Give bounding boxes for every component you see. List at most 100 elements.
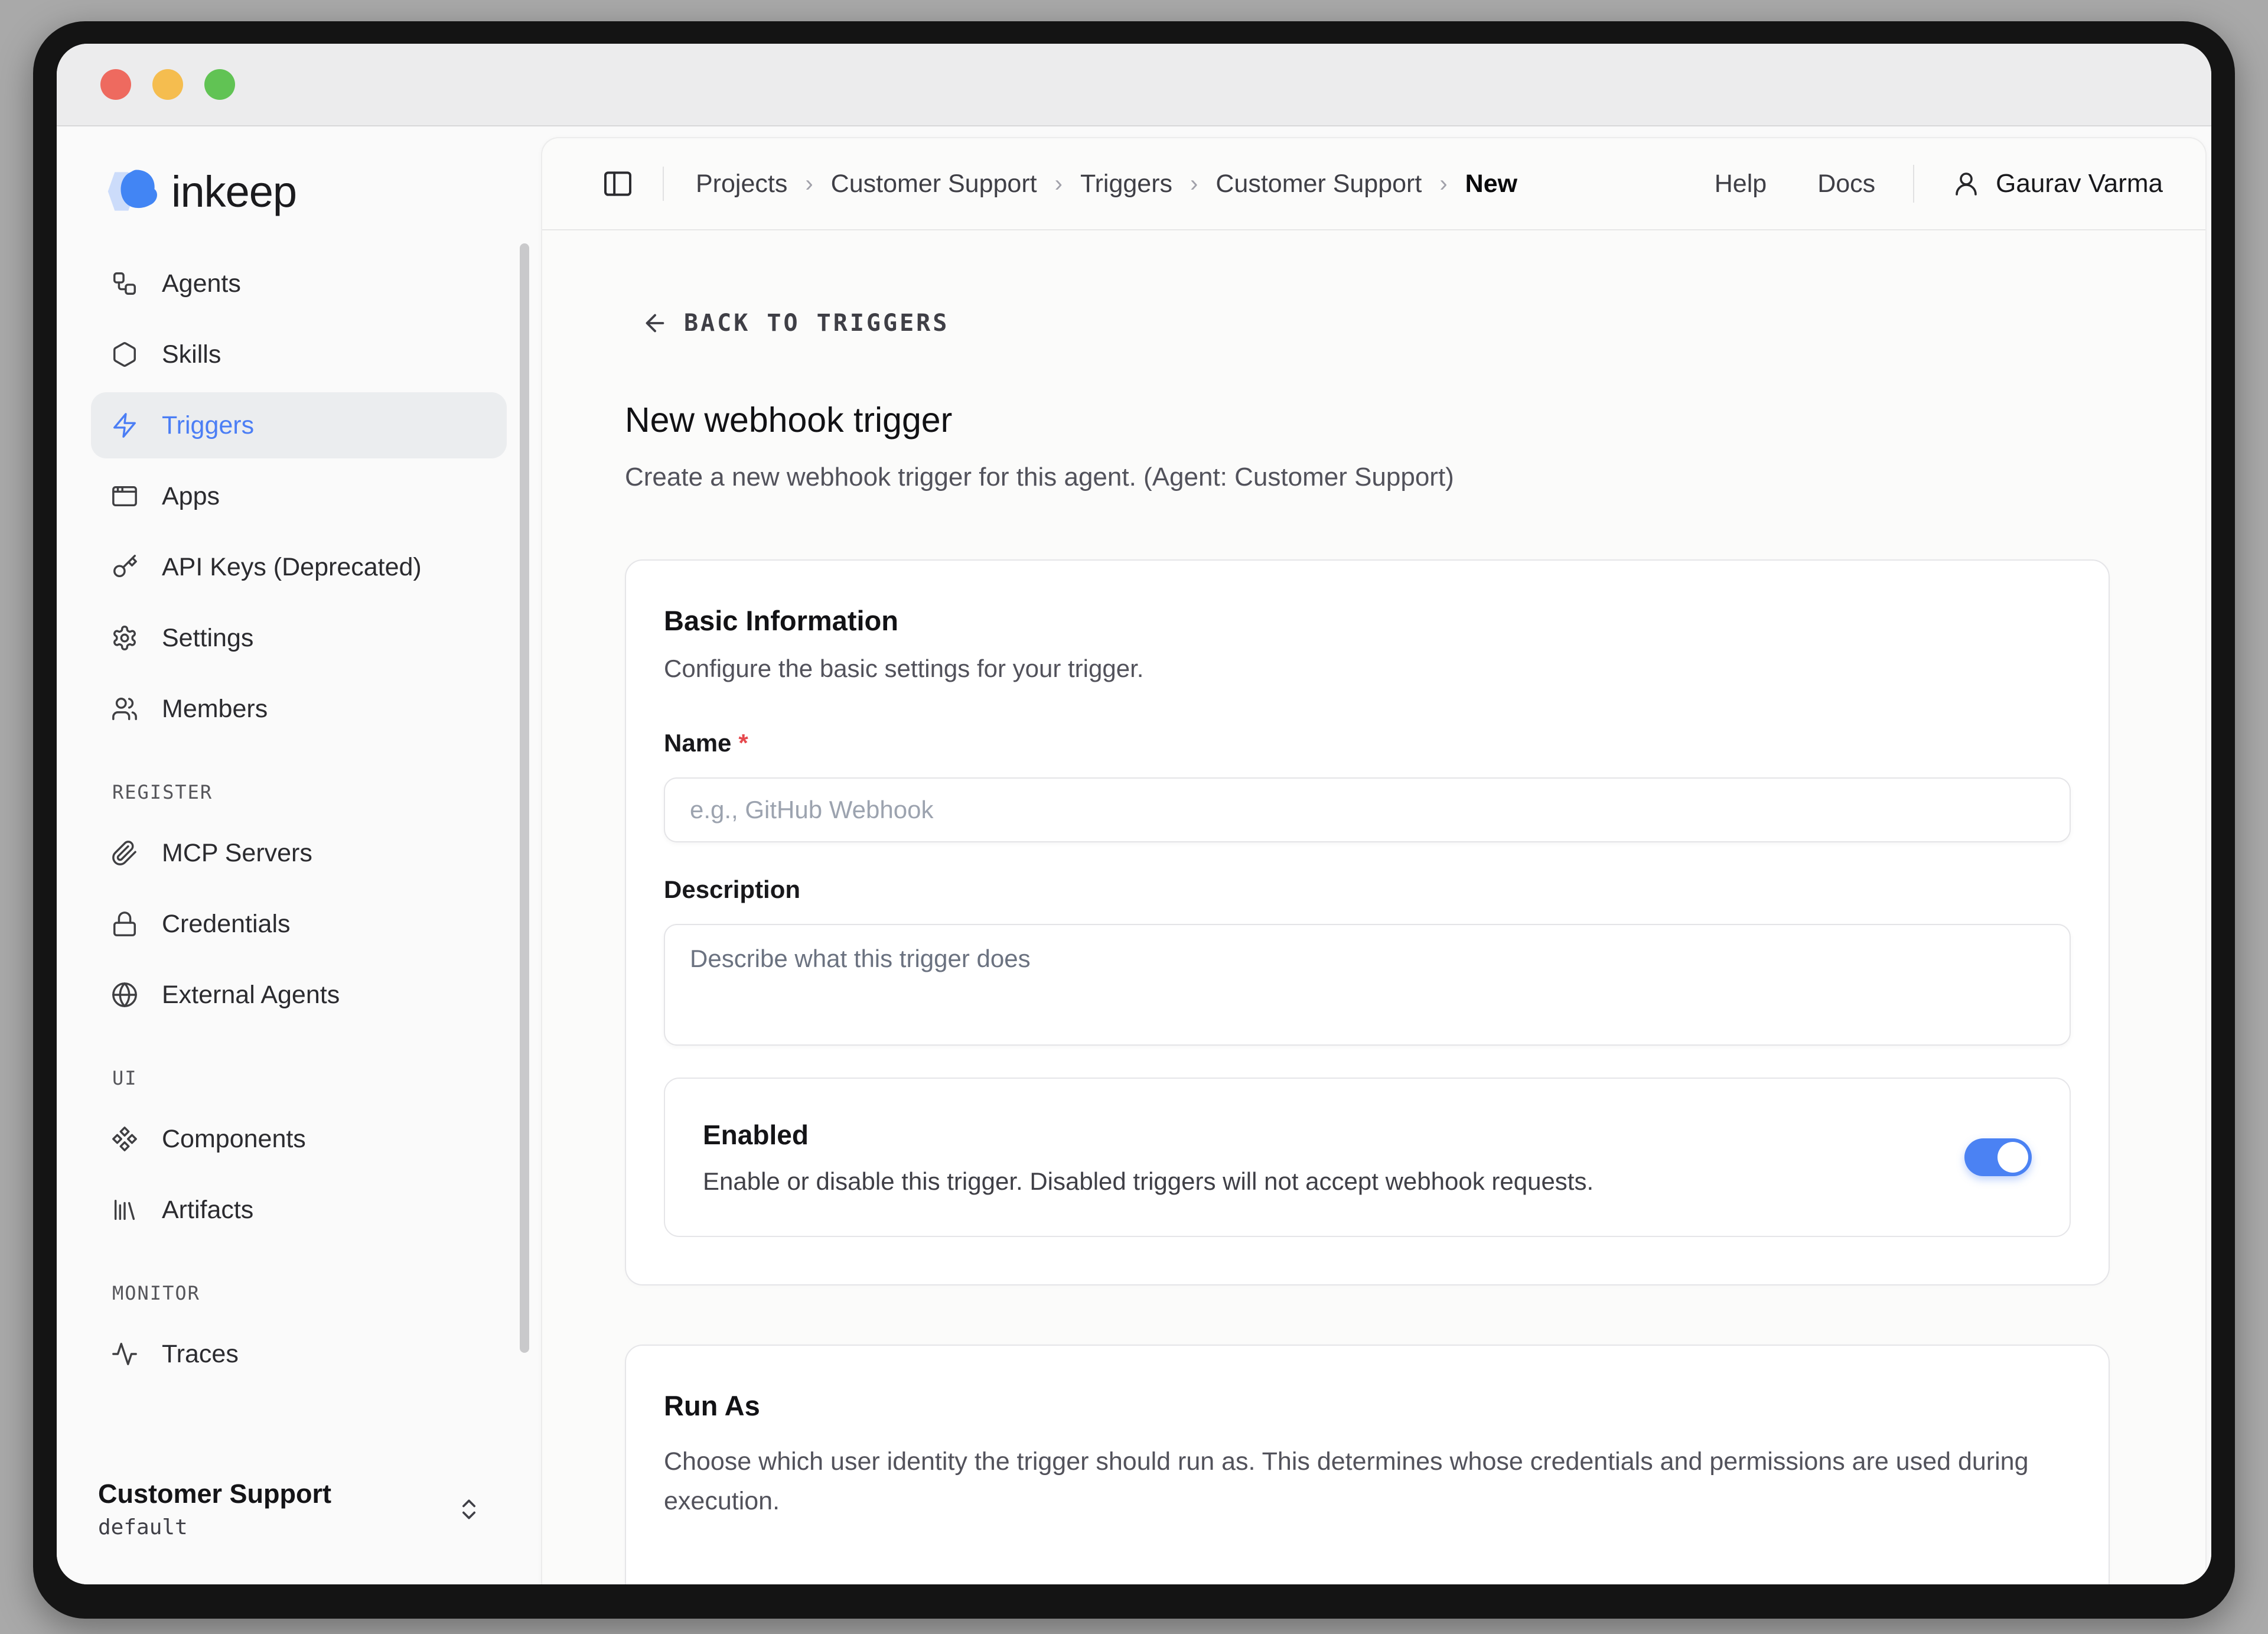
page-content: BACK TO TRIGGERS New webhook trigger Cre…: [542, 230, 2205, 1584]
enabled-setting: Enabled Enable or disable this trigger. …: [664, 1078, 2071, 1237]
breadcrumb-new: New: [1465, 170, 1517, 198]
minimize-window-button[interactable]: [152, 69, 183, 100]
sidebar-item-members[interactable]: Members: [91, 676, 507, 742]
basic-information-title: Basic Information: [664, 604, 2071, 637]
sidebar-item-mcp-servers[interactable]: MCP Servers: [91, 820, 507, 886]
description-textarea[interactable]: [664, 924, 2071, 1046]
globe-icon: [111, 981, 138, 1008]
header-divider: [663, 167, 664, 201]
gear-icon: [111, 624, 138, 652]
library-icon: [111, 1196, 138, 1223]
key-icon: [111, 554, 138, 581]
back-link-label: BACK TO TRIGGERS: [684, 310, 949, 337]
inkeep-logo-icon: [98, 163, 168, 220]
breadcrumb-separator: ›: [805, 171, 813, 197]
main-panel: Projects › Customer Support › Triggers ›…: [541, 137, 2207, 1584]
sidebar-item-label: Settings: [162, 624, 253, 653]
sidebar-item-settings[interactable]: Settings: [91, 605, 507, 671]
chevrons-up-down-icon: [456, 1496, 482, 1522]
zoom-window-button[interactable]: [204, 69, 235, 100]
sidebar-item-label: Agents: [162, 269, 241, 298]
inkeep-logo-text: inkeep: [171, 167, 296, 217]
sidebar-nav: Agents Skills Triggers: [57, 222, 541, 1392]
enabled-description: Enable or disable this trigger. Disabled…: [703, 1167, 1929, 1196]
zap-icon: [111, 412, 138, 439]
sidebar-item-api-keys[interactable]: API Keys (Deprecated): [91, 534, 507, 600]
project-switcher-text: Customer Support default: [98, 1479, 331, 1539]
breadcrumb-separator: ›: [1190, 171, 1198, 197]
main-header: Projects › Customer Support › Triggers ›…: [542, 138, 2205, 230]
header-divider: [1913, 165, 1914, 203]
sidebar-item-triggers[interactable]: Triggers: [91, 392, 507, 458]
sidebar-item-label: Components: [162, 1125, 306, 1154]
paperclip-icon: [111, 839, 138, 867]
back-to-triggers-link[interactable]: BACK TO TRIGGERS: [641, 310, 949, 337]
enabled-toggle[interactable]: [1964, 1138, 2032, 1176]
run-as-description: Choose which user identity the trigger s…: [664, 1442, 2058, 1521]
toggle-knob: [1997, 1142, 2028, 1173]
sidebar-section-monitor: MONITOR: [112, 1282, 507, 1304]
project-env: default: [98, 1515, 331, 1539]
breadcrumb: Projects › Customer Support › Triggers ›…: [696, 170, 1517, 198]
sidebar-item-label: Traces: [162, 1340, 239, 1369]
header-nav: Help Docs Gaurav Varma: [1664, 165, 2163, 203]
sidebar-item-label: Skills: [162, 340, 221, 369]
sidebar-item-label: Members: [162, 695, 268, 724]
workflow-icon: [111, 270, 138, 297]
breadcrumb-projects[interactable]: Projects: [696, 170, 787, 198]
device-frame: inkeep Agents Skills: [33, 21, 2235, 1619]
basic-information-description: Configure the basic settings for your tr…: [664, 655, 2071, 683]
page-subtitle: Create a new webhook trigger for this ag…: [625, 463, 2110, 492]
sidebar-item-apps[interactable]: Apps: [91, 463, 507, 529]
component-icon: [111, 1125, 138, 1153]
user-menu[interactable]: Gaurav Varma: [1952, 169, 2163, 198]
enabled-label: Enabled: [703, 1119, 1929, 1151]
sidebar-section-register: REGISTER: [112, 781, 507, 803]
sidebar-item-components[interactable]: Components: [91, 1106, 507, 1172]
activity-icon: [111, 1340, 138, 1368]
sidebar-item-label: Artifacts: [162, 1196, 253, 1225]
breadcrumb-separator: ›: [1055, 171, 1063, 197]
inkeep-logo: inkeep: [57, 161, 541, 222]
breadcrumb-agent-customer-support[interactable]: Customer Support: [1216, 170, 1422, 198]
sidebar-item-label: Credentials: [162, 910, 291, 939]
run-as-title: Run As: [664, 1389, 2071, 1422]
breadcrumb-triggers[interactable]: Triggers: [1080, 170, 1172, 198]
app-body: inkeep Agents Skills: [57, 126, 2211, 1584]
name-field-label: Name*: [664, 729, 2071, 757]
titlebar: [57, 44, 2211, 126]
description-field-label: Description: [664, 875, 2071, 904]
sidebar-item-external-agents[interactable]: External Agents: [91, 962, 507, 1028]
sidebar-item-credentials[interactable]: Credentials: [91, 891, 507, 957]
sidebar-section-ui: UI: [112, 1067, 507, 1089]
sidebar: inkeep Agents Skills: [57, 126, 541, 1584]
project-switcher[interactable]: Customer Support default: [57, 1479, 541, 1539]
user-icon: [1952, 170, 1980, 198]
breadcrumb-project-customer-support[interactable]: Customer Support: [831, 170, 1037, 198]
project-name: Customer Support: [98, 1479, 331, 1509]
close-window-button[interactable]: [100, 69, 131, 100]
sidebar-item-label: API Keys (Deprecated): [162, 553, 422, 582]
sidebar-item-skills[interactable]: Skills: [91, 321, 507, 388]
sidebar-toggle-button[interactable]: [601, 167, 634, 200]
required-marker: *: [738, 729, 748, 757]
page-title: New webhook trigger: [625, 400, 2110, 440]
users-icon: [111, 695, 138, 722]
enabled-text: Enabled Enable or disable this trigger. …: [703, 1119, 1929, 1196]
sidebar-item-label: Triggers: [162, 411, 254, 440]
sidebar-item-agents[interactable]: Agents: [91, 250, 507, 317]
sidebar-item-label: Apps: [162, 482, 220, 511]
docs-link[interactable]: Docs: [1817, 170, 1875, 198]
run-as-card: Run As Choose which user identity the tr…: [625, 1345, 2110, 1584]
hexagon-icon: [111, 341, 138, 368]
sidebar-item-traces[interactable]: Traces: [91, 1321, 507, 1387]
breadcrumb-separator: ›: [1439, 171, 1447, 197]
help-link[interactable]: Help: [1715, 170, 1767, 198]
sidebar-item-label: External Agents: [162, 981, 340, 1010]
sidebar-item-artifacts[interactable]: Artifacts: [91, 1177, 507, 1243]
arrow-left-icon: [641, 310, 669, 337]
name-input[interactable]: [664, 777, 2071, 842]
user-name: Gaurav Varma: [1996, 169, 2163, 198]
sidebar-scrollbar[interactable]: [520, 243, 529, 1353]
basic-information-card: Basic Information Configure the basic se…: [625, 559, 2110, 1285]
